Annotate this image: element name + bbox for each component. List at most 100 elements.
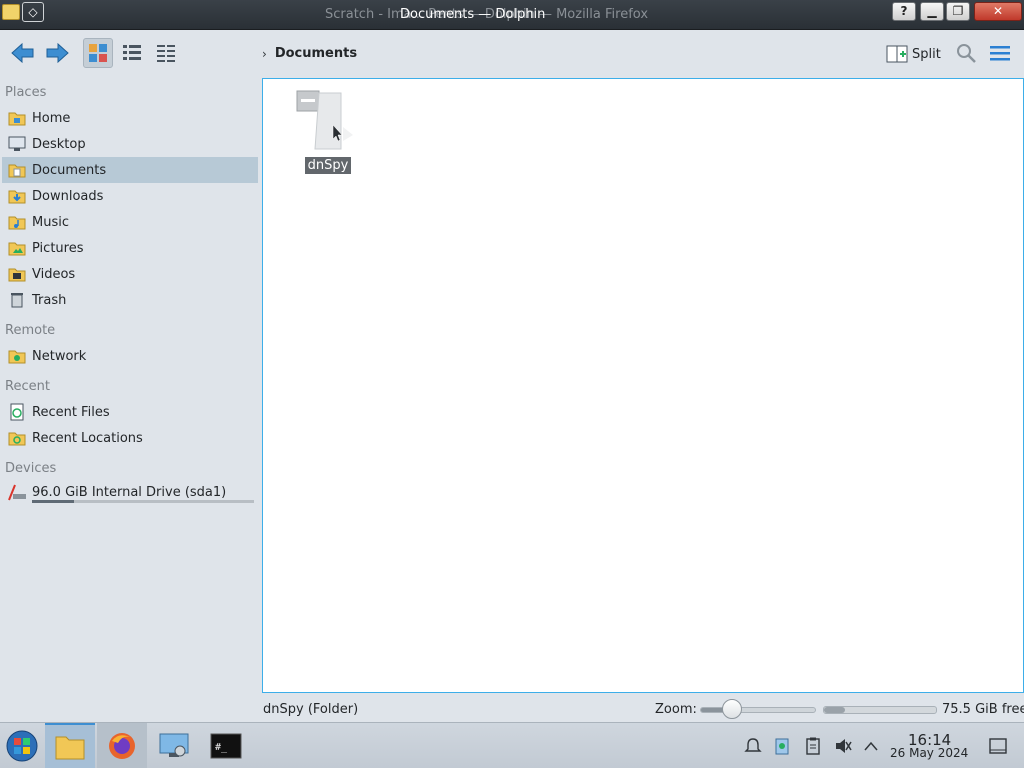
start-orb-icon: [6, 730, 38, 762]
help-button[interactable]: ?: [892, 2, 916, 21]
window-title: Documents — Dolphin: [400, 7, 546, 22]
sidebar-item-label: Recent Locations: [32, 430, 143, 446]
music-folder-icon: [7, 212, 27, 232]
taskbar-firefox[interactable]: [97, 723, 147, 768]
icons-view-icon: [89, 44, 107, 62]
split-button[interactable]: Split: [886, 43, 941, 65]
sidebar-item-label: Documents: [32, 162, 107, 178]
breadcrumb: › Documents: [262, 46, 357, 61]
pictures-folder-icon: [7, 238, 27, 258]
remote-section-title: Remote: [5, 323, 56, 338]
firefox-icon: [109, 733, 135, 759]
minimize-button[interactable]: ▁: [920, 2, 944, 21]
maximize-button[interactable]: ❐: [946, 2, 970, 21]
trash-icon: [7, 290, 27, 310]
recent-section-title: Recent: [5, 379, 50, 394]
status-text: dnSpy (Folder): [263, 702, 359, 717]
compact-view-button[interactable]: [151, 38, 181, 68]
show-desktop-icon[interactable]: [988, 736, 1008, 756]
sidebar-item-desktop[interactable]: Desktop: [2, 131, 258, 157]
search-button[interactable]: [955, 42, 979, 66]
chevron-right-icon: ›: [262, 46, 267, 61]
sidebar-item-network[interactable]: Network: [2, 343, 258, 369]
sidebar-item-label: Videos: [32, 266, 76, 282]
recent-locations-icon: [7, 428, 27, 448]
search-icon: [957, 44, 976, 63]
window-menu-button[interactable]: ◇: [22, 2, 44, 22]
details-view-icon: [123, 45, 141, 60]
sidebar-item-label: Music: [32, 214, 69, 230]
back-button[interactable]: [8, 38, 38, 68]
terminal-icon: #_: [210, 733, 242, 759]
split-label: Split: [912, 46, 941, 62]
zoom-slider[interactable]: [700, 707, 816, 713]
taskbar-terminal[interactable]: #_: [201, 723, 251, 768]
network-folder-icon: [7, 346, 27, 366]
free-space-text: 75.5 GiB free: [942, 702, 1024, 717]
sidebar-item-home[interactable]: Home: [2, 105, 258, 131]
folder-icon: [296, 90, 353, 150]
close-button[interactable]: ✕: [974, 2, 1022, 21]
taskbar-system-settings[interactable]: [149, 723, 199, 768]
taskbar: #_: [0, 722, 1024, 768]
icons-view-button[interactable]: [83, 38, 113, 68]
sidebar-item-music[interactable]: Music: [2, 209, 258, 235]
breadcrumb-documents[interactable]: Documents: [275, 46, 357, 61]
hamburger-menu-icon: [990, 46, 1010, 61]
settings-icon: [159, 733, 189, 757]
devices-section-title: Devices: [5, 461, 57, 476]
sidebar-item-label: Desktop: [32, 136, 86, 152]
sidebar-item-recent-files[interactable]: Recent Files: [2, 399, 258, 425]
folder-app-icon: [55, 736, 85, 760]
zoom-slider-handle[interactable]: [722, 699, 743, 719]
sidebar-item-label: 96.0 GiB Internal Drive (sda1): [32, 484, 227, 500]
sidebar-item-label: Recent Files: [32, 404, 110, 420]
drive-icon: [7, 482, 27, 502]
drive-usage-fill: [32, 500, 75, 503]
places-panel: Places Home Desktop Documents Downloads …: [0, 78, 262, 698]
status-bar: dnSpy (Folder) Zoom: 75.5 GiB free: [0, 698, 1024, 722]
clipboard-manager-icon[interactable]: [772, 736, 792, 756]
sidebar-item-label: Downloads: [32, 188, 104, 204]
recent-files-icon: [7, 402, 27, 422]
window-titlebar: ◇ Scratch - Ima... Pents — Dolphin — Moz…: [0, 0, 1024, 30]
arrow-left-icon: [11, 42, 34, 64]
drive-usage-bar: [32, 500, 254, 503]
sidebar-item-documents[interactable]: Documents: [2, 157, 258, 183]
compact-view-icon: [157, 45, 175, 62]
split-view-icon: [886, 45, 908, 63]
file-view[interactable]: dnSpy: [262, 78, 1024, 693]
clock-date[interactable]: 26 May 2024: [890, 746, 968, 760]
zoom-label: Zoom:: [655, 702, 697, 717]
folder-item[interactable]: dnSpy: [293, 89, 363, 174]
forward-button[interactable]: [42, 38, 72, 68]
volume-muted-icon[interactable]: [833, 736, 853, 756]
sidebar-item-recent-locations[interactable]: Recent Locations: [2, 425, 258, 451]
sidebar-item-trash[interactable]: Trash: [2, 287, 258, 313]
downloads-folder-icon: [7, 186, 27, 206]
clipboard-icon[interactable]: [803, 736, 823, 756]
sidebar-item-downloads[interactable]: Downloads: [2, 183, 258, 209]
free-space-fill: [824, 707, 846, 713]
toolbar: › Documents Split: [0, 30, 1024, 78]
sidebar-item-label: Network: [32, 348, 87, 364]
taskbar-file-manager[interactable]: [45, 723, 95, 768]
sidebar-item-label: Home: [32, 110, 71, 126]
terminal-prompt: #_: [215, 742, 228, 753]
places-section-title: Places: [5, 85, 47, 100]
arrow-right-icon: [46, 42, 69, 64]
chevron-up-icon[interactable]: [861, 736, 881, 756]
sidebar-item-label: Pictures: [32, 240, 84, 256]
details-view-button[interactable]: [117, 38, 147, 68]
folder-app-icon: [2, 4, 20, 20]
free-space-bar: [823, 706, 937, 714]
hamburger-menu-button[interactable]: [988, 42, 1014, 66]
desktop-icon: [7, 134, 27, 154]
notifications-icon[interactable]: [743, 736, 763, 756]
documents-folder-icon: [7, 160, 27, 180]
start-menu-button[interactable]: [0, 723, 44, 768]
sidebar-item-pictures[interactable]: Pictures: [2, 235, 258, 261]
folder-name: dnSpy: [304, 157, 352, 174]
sidebar-item-label: Trash: [32, 292, 67, 308]
sidebar-item-videos[interactable]: Videos: [2, 261, 258, 287]
